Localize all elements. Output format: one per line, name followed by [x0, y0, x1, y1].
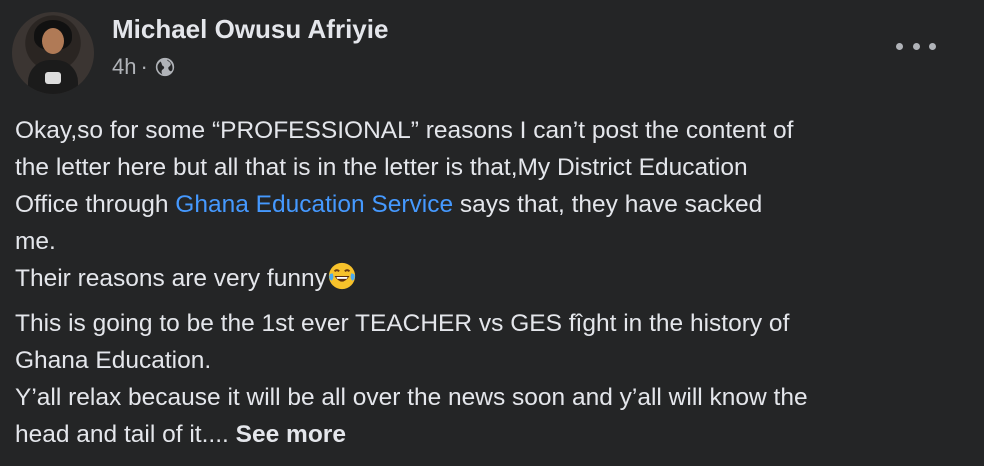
- more-dot: [896, 42, 903, 50]
- post-meta: 4h ·: [112, 54, 176, 80]
- see-more-button[interactable]: See more: [236, 421, 346, 448]
- avatar-face: [42, 28, 64, 54]
- globe-icon[interactable]: [154, 56, 176, 78]
- text-line: the letter here but all that is in the l…: [15, 154, 748, 181]
- more-dot: [912, 42, 920, 50]
- text-line: This is going to be the 1st ever TEACHER…: [15, 310, 790, 337]
- text-line: Y’all relax because it will be all over …: [15, 384, 808, 411]
- text-line: me.: [15, 228, 56, 255]
- post-timestamp[interactable]: 4h: [112, 54, 136, 80]
- text-line: Their reasons are very funny: [15, 260, 970, 297]
- author-avatar[interactable]: [12, 12, 94, 94]
- text-line: Okay,so for some “PROFESSIONAL” reasons …: [15, 117, 794, 144]
- text-fragment: Their reasons are very funny: [15, 265, 327, 292]
- more-dot: [929, 42, 936, 50]
- more-options-icon[interactable]: [896, 34, 936, 58]
- face-with-tears-of-joy-icon: [328, 262, 355, 290]
- post-text: Okay,so for some “PROFESSIONAL” reasons …: [15, 112, 970, 453]
- avatar-shirt-logo: [45, 72, 61, 84]
- text-line: Ghana Education.: [15, 347, 212, 374]
- text-fragment: says that, they have sacked: [453, 191, 763, 218]
- text-line: head and tail of it.... See more: [15, 416, 970, 453]
- meta-separator: ·: [140, 54, 148, 79]
- text-fragment: head and tail of it....: [15, 421, 236, 448]
- author-name[interactable]: Michael Owusu Afriyie: [112, 14, 388, 45]
- text-line: Office through Ghana Education Service s…: [15, 186, 970, 223]
- text-fragment: Office through: [15, 191, 176, 218]
- ghana-education-service-link[interactable]: Ghana Education Service: [175, 191, 453, 218]
